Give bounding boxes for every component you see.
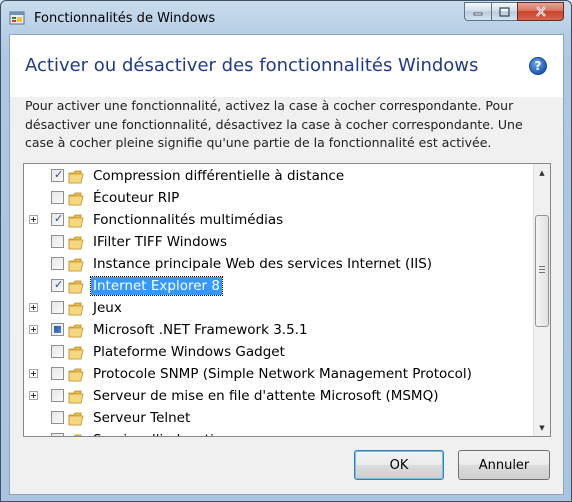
feature-label[interactable]: Instance principale Web des services Int… — [91, 255, 434, 273]
feature-checkbox[interactable] — [51, 301, 64, 314]
features-tree[interactable]: ✓ Compression différentielle à distance Éc… — [23, 163, 551, 437]
feature-row[interactable]: Instance principale Web des services Int… — [24, 253, 529, 275]
feature-checkbox[interactable]: ✓ — [51, 279, 64, 292]
grip-line — [539, 272, 545, 273]
folder-icon — [68, 169, 84, 184]
close-icon — [535, 6, 546, 17]
folder-icon — [68, 411, 84, 426]
feature-checkbox[interactable]: ✓ — [51, 169, 64, 182]
feature-checkbox[interactable] — [51, 345, 64, 358]
folder-icon — [68, 191, 84, 206]
feature-label[interactable]: Microsoft .NET Framework 3.5.1 — [91, 321, 310, 339]
feature-label[interactable]: Écouteur RIP — [91, 189, 181, 207]
feature-row[interactable]: Plateforme Windows Gadget — [24, 341, 529, 363]
scroll-thumb[interactable] — [535, 215, 549, 327]
feature-row[interactable]: Écouteur RIP — [24, 187, 529, 209]
dialog-body: Activer ou désactiver des fonctionnalité… — [9, 34, 564, 495]
folder-icon — [68, 323, 84, 338]
expand-plus-icon[interactable] — [29, 303, 38, 312]
scroll-up-arrow-icon[interactable]: ▲ — [534, 164, 550, 181]
feature-checkbox[interactable] — [51, 367, 64, 380]
folder-icon — [68, 213, 84, 228]
feature-row[interactable]: Service d'indexation — [24, 429, 529, 436]
expand-plus-icon[interactable] — [29, 215, 38, 224]
feature-label[interactable]: Compression différentielle à distance — [91, 167, 346, 185]
window-title: Fonctionnalités de Windows — [34, 11, 216, 26]
feature-row[interactable]: Jeux — [24, 297, 529, 319]
feature-checkbox[interactable] — [51, 433, 64, 436]
folder-icon — [68, 367, 84, 382]
feature-label[interactable]: Jeux — [91, 299, 124, 317]
maximize-button[interactable] — [491, 2, 517, 21]
feature-checkbox[interactable]: ✓ — [51, 213, 64, 226]
folder-icon — [68, 279, 84, 294]
feature-row[interactable]: Serveur Telnet — [24, 407, 529, 429]
feature-checkbox[interactable] — [51, 235, 64, 248]
features-window: Fonctionnalités de Windows Activer ou dé… — [0, 0, 572, 502]
maximize-icon — [499, 6, 510, 17]
expand-plus-icon[interactable] — [29, 369, 38, 378]
feature-row[interactable]: IFilter TIFF Windows — [24, 231, 529, 253]
window-app-icon — [9, 11, 25, 25]
page-heading: Activer ou désactiver des fonctionnalité… — [25, 55, 479, 76]
feature-row[interactable]: ✓ Compression différentielle à distance — [24, 165, 529, 187]
feature-row[interactable]: ✓ Internet Explorer 8 — [24, 275, 529, 297]
feature-label[interactable]: Service d'indexation — [91, 431, 233, 436]
cancel-button[interactable]: Annuler — [458, 450, 550, 480]
vertical-scrollbar[interactable]: ▲ ▼ — [533, 164, 550, 436]
feature-row[interactable]: Serveur de mise en file d'attente Micros… — [24, 385, 529, 407]
feature-checkbox[interactable] — [51, 257, 64, 270]
minimize-icon — [473, 12, 483, 15]
feature-checkbox[interactable] — [51, 411, 64, 424]
folder-icon — [68, 257, 84, 272]
feature-checkbox[interactable] — [51, 389, 64, 402]
feature-row[interactable]: Microsoft .NET Framework 3.5.1 — [24, 319, 529, 341]
folder-icon — [68, 235, 84, 250]
feature-checkbox[interactable] — [51, 323, 64, 336]
feature-label[interactable]: Plateforme Windows Gadget — [91, 343, 287, 361]
window-controls — [464, 2, 564, 21]
feature-row[interactable]: ✓ Fonctionnalités multimédias — [24, 209, 529, 231]
feature-row[interactable]: Protocole SNMP (Simple Network Managemen… — [24, 363, 529, 385]
feature-label[interactable]: Protocole SNMP (Simple Network Managemen… — [91, 365, 474, 383]
close-button[interactable] — [517, 2, 564, 21]
help-icon[interactable]: ? — [529, 57, 547, 75]
dialog-header: Activer ou désactiver des fonctionnalité… — [10, 35, 563, 97]
feature-label[interactable]: IFilter TIFF Windows — [91, 233, 229, 251]
feature-checkbox[interactable] — [51, 191, 64, 204]
instructions-text: Pour activer une fonctionnalité, activez… — [25, 98, 523, 150]
title-bar[interactable]: Fonctionnalités de Windows — [1, 1, 571, 35]
minimize-button[interactable] — [464, 2, 491, 21]
folder-icon — [68, 345, 84, 360]
folder-icon — [68, 433, 84, 436]
grip-line — [539, 269, 545, 270]
feature-label[interactable]: Serveur Telnet — [91, 409, 192, 427]
feature-label[interactable]: Serveur de mise en file d'attente Micros… — [91, 387, 440, 405]
grip-line — [539, 266, 545, 267]
feature-label[interactable]: Fonctionnalités multimédias — [91, 211, 285, 229]
folder-icon — [68, 389, 84, 404]
feature-label[interactable]: Internet Explorer 8 — [90, 276, 223, 296]
folder-icon — [68, 301, 84, 316]
ok-button[interactable]: OK — [354, 450, 444, 480]
expand-plus-icon[interactable] — [29, 391, 38, 400]
scroll-down-arrow-icon[interactable]: ▼ — [534, 419, 550, 436]
expand-plus-icon[interactable] — [29, 325, 38, 334]
